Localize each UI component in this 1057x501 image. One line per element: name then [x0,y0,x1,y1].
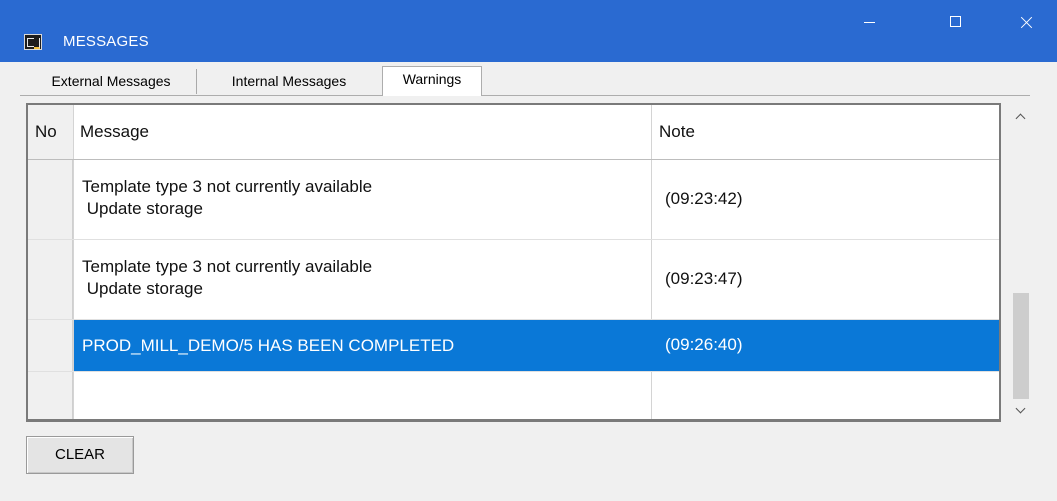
tab-warnings[interactable]: Warnings [382,66,482,96]
message-line: Update storage [82,279,203,298]
minimize-button[interactable] [840,0,898,44]
tab-divider [20,95,1030,96]
note-cell: (09:26:40) [665,335,743,354]
message-cell: Template type 3 not currently available … [82,256,372,300]
title-bar[interactable]: MESSAGES [0,0,1057,62]
scroll-down-icon[interactable] [1011,403,1031,423]
message-cell: Template type 3 not currently available … [82,176,372,220]
message-line: Template type 3 not currently available [82,257,373,276]
note-cell: (09:23:42) [665,189,743,208]
header-no[interactable]: No [35,105,57,159]
clear-button[interactable]: CLEAR [26,436,134,474]
messages-grid[interactable]: No Message Note Template type 3 not curr… [26,103,1001,422]
header-message[interactable]: Message [80,105,149,159]
scroll-up-icon[interactable] [1011,107,1031,127]
note-cell: (09:23:47) [665,269,743,288]
row-number-cell[interactable] [28,372,73,419]
row-number-cell[interactable] [28,240,73,319]
table-row[interactable]: Template type 3 not currently available … [28,240,999,320]
header-note[interactable]: Note [659,105,695,159]
table-row[interactable]: Template type 3 not currently available … [28,160,999,240]
close-button[interactable] [998,0,1056,44]
message-cell: PROD_MILL_DEMO/5 HAS BEEN COMPLETED [82,336,455,355]
table-row-selected[interactable]: PROD_MILL_DEMO/5 HAS BEEN COMPLETED (09:… [28,320,999,372]
grid-header: No Message Note [28,105,999,160]
scroll-thumb[interactable] [1013,293,1029,399]
row-number-cell[interactable] [28,160,73,239]
vertical-scrollbar[interactable] [1011,103,1031,423]
row-number-cell[interactable] [28,320,73,371]
tab-internal-messages[interactable]: Internal Messages [196,69,383,94]
tab-external-messages[interactable]: External Messages [26,69,197,94]
message-line: Template type 3 not currently available [82,177,373,196]
maximize-button[interactable] [926,0,984,44]
window-title: MESSAGES [63,33,149,50]
table-row[interactable] [28,372,999,419]
message-line: Update storage [82,199,203,218]
app-logo-icon[interactable] [24,34,42,50]
